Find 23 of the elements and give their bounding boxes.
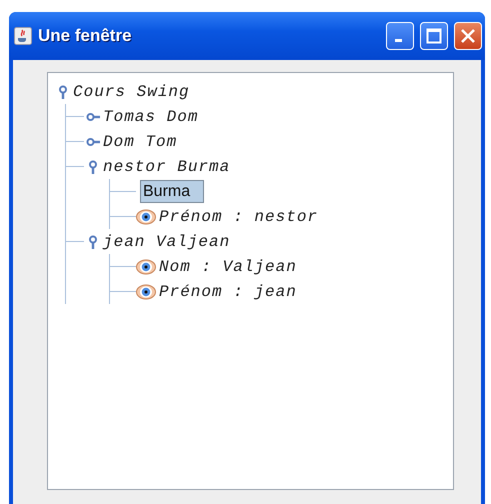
- edit-field[interactable]: Burma: [140, 180, 204, 203]
- maximize-icon: [426, 28, 442, 44]
- tree-node[interactable]: Dom Tom: [100, 130, 178, 154]
- eye-icon: [136, 284, 156, 300]
- expanded-handle-icon[interactable]: [56, 84, 70, 98]
- minimize-button[interactable]: [386, 22, 414, 50]
- expanded-handle-icon[interactable]: [86, 160, 100, 174]
- tree-node[interactable]: Nom : Valjean: [156, 254, 297, 278]
- eye-icon: [136, 208, 156, 224]
- cup-icon: [14, 27, 32, 45]
- window-title: Une fenêtre: [38, 25, 133, 48]
- tree-node[interactable]: Prénom : jean: [156, 280, 297, 304]
- tree-node[interactable]: Cours Swing: [70, 80, 190, 104]
- close-button[interactable]: [454, 22, 482, 50]
- tree-node[interactable]: nestor Burma: [100, 154, 230, 178]
- tree-node[interactable]: Prénom : nestor: [156, 204, 318, 228]
- maximize-button[interactable]: [420, 22, 448, 50]
- minimize-icon: [394, 39, 402, 42]
- eye-icon: [136, 258, 156, 274]
- tree-node[interactable]: Tomas Dom: [100, 104, 198, 128]
- close-icon: [460, 28, 476, 44]
- tree-node[interactable]: jean Valjean: [100, 230, 230, 254]
- expanded-handle-icon[interactable]: [86, 234, 100, 248]
